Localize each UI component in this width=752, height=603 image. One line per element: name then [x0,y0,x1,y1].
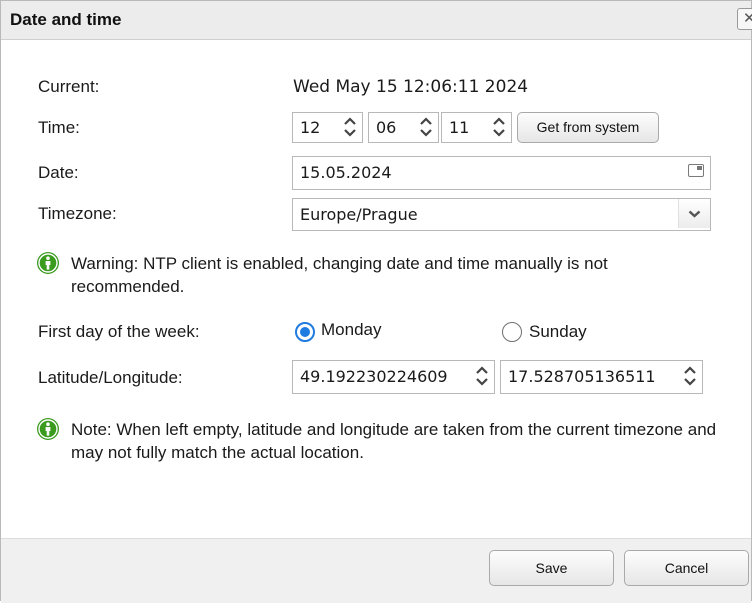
current-value: Wed May 15 12:06:11 2024 [293,77,529,97]
minute-value: 06 [376,118,397,137]
save-button[interactable]: Save [489,550,614,586]
date-input[interactable]: 15.05.2024 [292,156,711,190]
timezone-value: Europe/Prague [300,205,418,224]
monday-radio[interactable] [295,322,315,342]
hour-value: 12 [300,118,321,137]
latitude-input[interactable]: 49.192230224609 [292,360,495,394]
dialog-titlebar: Date and time ✕ [1,1,752,40]
hour-input[interactable]: 12 [292,112,363,143]
latlon-note-text: Note: When left empty, latitude and long… [71,420,717,462]
longitude-input[interactable]: 17.528705136511 [500,360,703,394]
current-label: Current: [38,77,100,96]
timezone-select[interactable]: Europe/Prague [292,198,711,231]
cancel-button[interactable]: Cancel [624,550,749,586]
latitude-spinner-icon[interactable] [470,361,494,393]
dialog-title: Date and time [10,10,122,29]
longitude-spinner-icon[interactable] [678,361,702,393]
latitude-value: 49.192230224609 [300,367,448,386]
date-label: Date: [38,163,79,182]
date-time-dialog: Date and time ✕ Current: Wed May 15 12:0… [0,0,752,603]
monday-label[interactable]: Monday [321,320,381,340]
sunday-label[interactable]: Sunday [529,322,587,342]
second-input[interactable]: 11 [441,112,512,143]
timezone-label: Timezone: [38,204,117,223]
hour-spinner-icon[interactable] [338,113,362,142]
info-person-icon [37,252,59,274]
second-value: 11 [449,118,470,137]
close-icon[interactable]: ✕ [737,8,752,30]
first-day-label: First day of the week: [38,322,200,341]
calendar-icon[interactable] [688,164,704,177]
minute-spinner-icon[interactable] [414,113,438,142]
sunday-radio[interactable] [502,322,522,342]
minute-input[interactable]: 06 [368,112,439,143]
date-value: 15.05.2024 [300,163,392,182]
chevron-down-icon[interactable] [678,199,710,228]
get-from-system-button[interactable]: Get from system [517,112,659,143]
dialog-footer: Save Cancel [1,538,751,603]
time-label: Time: [38,118,80,137]
info-person-icon [37,418,59,440]
ntp-warning-text: Warning: NTP client is enabled, changing… [71,254,608,296]
latlon-label: Latitude/Longitude: [38,368,183,387]
longitude-value: 17.528705136511 [508,367,656,386]
second-spinner-icon[interactable] [487,113,511,142]
